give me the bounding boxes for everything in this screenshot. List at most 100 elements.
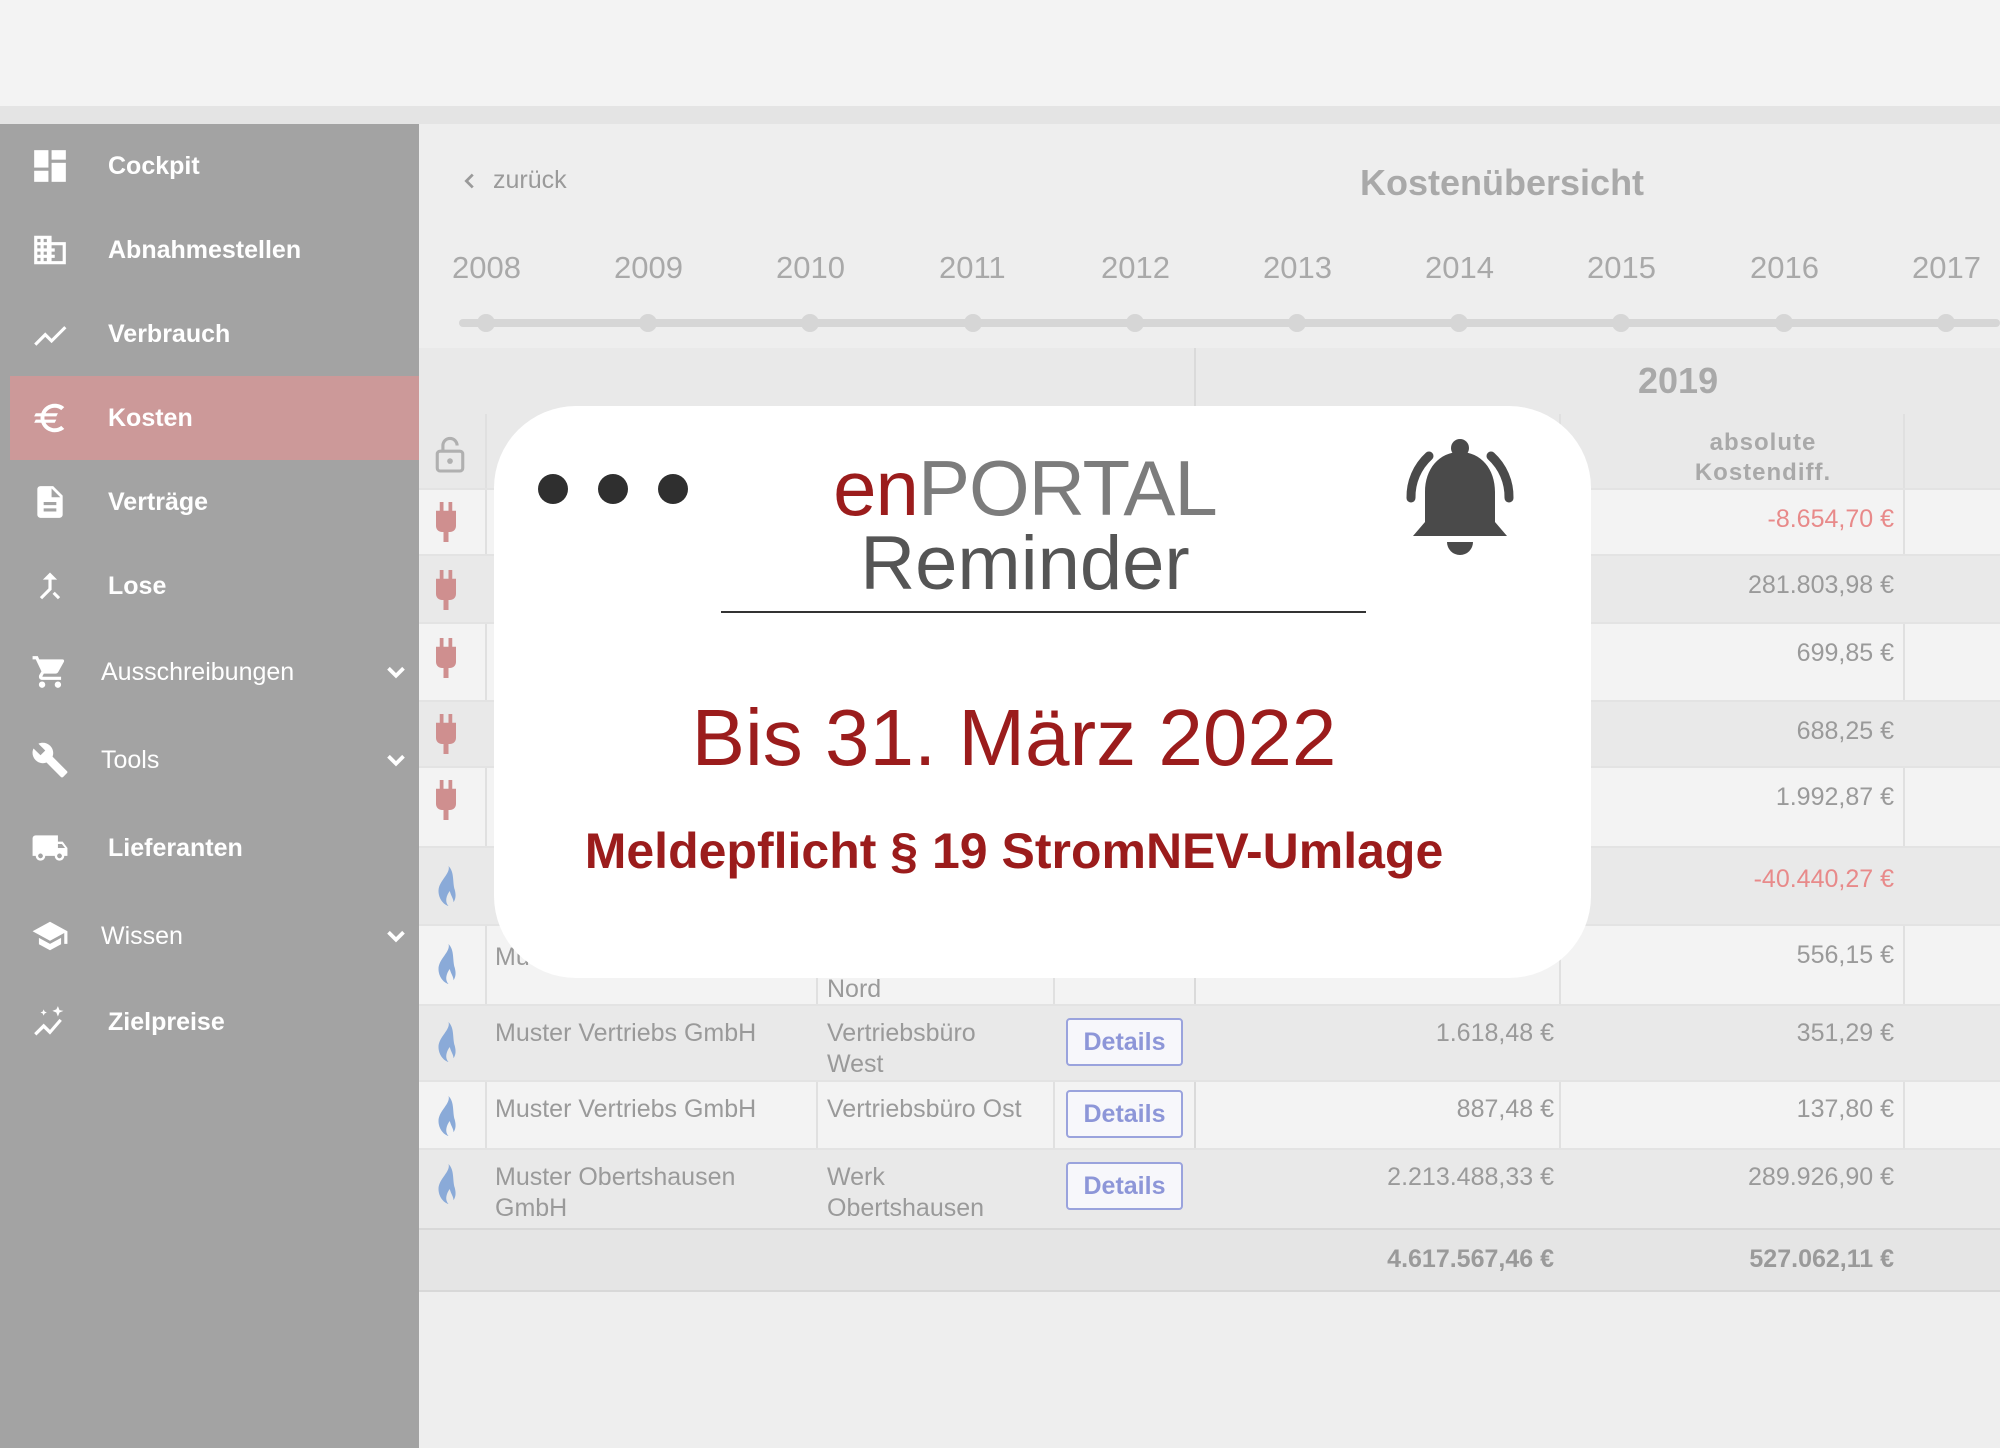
timeline-year[interactable]: 2008 xyxy=(452,250,521,286)
timeline-dot[interactable] xyxy=(1288,314,1306,332)
timeline-dot[interactable] xyxy=(1937,314,1955,332)
reminder-subtitle: Reminder xyxy=(860,521,1190,606)
dot xyxy=(538,474,568,504)
euro-icon xyxy=(30,398,70,438)
building-icon xyxy=(30,230,70,270)
sidebar-item-label: Verbrauch xyxy=(108,319,231,348)
back-link[interactable]: zurück xyxy=(459,166,567,195)
dot xyxy=(658,474,688,504)
sidebar-item-verbrauch[interactable]: Verbrauch xyxy=(10,292,419,376)
table-row: Muster Vertriebs GmbH Vertriebsbüro Ost … xyxy=(419,1080,2000,1148)
timeline-dot[interactable] xyxy=(1126,314,1144,332)
cost-diff-cell: 137,80 € xyxy=(1796,1095,1894,1123)
cost-diff-cell: 351,29 € xyxy=(1796,1019,1894,1047)
sidebar-item-vertraege[interactable]: Verträge xyxy=(10,460,419,544)
timeline-dot[interactable] xyxy=(639,314,657,332)
sidebar-item-label: Verträge xyxy=(108,487,209,516)
page-title: Kostenübersicht xyxy=(1360,162,1645,203)
chevron-down-icon[interactable] xyxy=(381,745,411,775)
timeline-year[interactable]: 2017 xyxy=(1912,250,1981,286)
table-row: Muster Obertshausen GmbH Werk Obertshaus… xyxy=(419,1148,2000,1228)
cost-cell: 2.213.488,33 € xyxy=(1387,1163,1554,1191)
flame-icon xyxy=(438,1096,456,1136)
bell-icon xyxy=(1406,439,1514,555)
company-cell: Muster Obertshausen GmbH xyxy=(495,1163,736,1222)
timeline-year[interactable]: 2010 xyxy=(776,250,845,286)
flame-icon xyxy=(438,866,456,906)
cost-diff-cell: 556,15 € xyxy=(1796,941,1894,969)
sidebar-item-cockpit[interactable]: Cockpit xyxy=(10,124,419,208)
location-cell: Nord xyxy=(827,975,882,1003)
top-bar-shadow xyxy=(0,106,2000,124)
chevron-left-icon xyxy=(464,173,474,188)
timeline-dot[interactable] xyxy=(964,314,982,332)
sidebar-item-label: Zielpreise xyxy=(108,1007,225,1036)
dot xyxy=(598,474,628,504)
location-cell: Werk Obertshausen xyxy=(827,1163,985,1222)
divider xyxy=(721,611,1366,613)
cost-cell: 1.618,48 € xyxy=(1435,1019,1554,1047)
timeline-dot[interactable] xyxy=(477,314,495,332)
timeline-dot[interactable] xyxy=(1450,314,1468,332)
details-button[interactable]: Details xyxy=(1066,1090,1183,1138)
table-total-row: 4.617.567,46 € 527.062,11 € xyxy=(419,1228,2000,1292)
trend-icon xyxy=(30,314,70,354)
cost-diff-cell: 688,25 € xyxy=(1796,717,1894,745)
timeline-dot[interactable] xyxy=(1612,314,1630,332)
sidebar-item-label: Lose xyxy=(108,571,167,600)
dashboard-icon xyxy=(30,146,70,186)
sidebar-item-label: Tools xyxy=(101,745,160,774)
merge-icon xyxy=(30,566,70,606)
column-header-kostendiff[interactable]: absolute Kostendiff. xyxy=(1651,428,1875,488)
company-cell: Muster Vertriebs GmbH xyxy=(495,1019,757,1047)
cost-diff-cell: -8.654,70 € xyxy=(1767,505,1895,533)
company-cell: Muster Vertriebs GmbH xyxy=(495,1095,757,1123)
location-cell: Vertriebsbüro West xyxy=(827,1019,976,1078)
timeline-year[interactable]: 2011 xyxy=(939,250,1006,286)
sidebar: Cockpit Abnahmestellen Verbrauch Kosten … xyxy=(0,124,419,1448)
cost-diff-cell: -40.440,27 € xyxy=(1753,865,1894,893)
timeline-year[interactable]: 2014 xyxy=(1425,250,1494,286)
details-button[interactable]: Details xyxy=(1066,1018,1183,1066)
sidebar-item-lieferanten[interactable]: Lieferanten xyxy=(10,806,419,890)
total-cost-cell: 4.617.567,46 € xyxy=(1387,1245,1554,1273)
truck-icon xyxy=(30,828,70,868)
timeline-track[interactable] xyxy=(459,319,2000,327)
brand-en: en xyxy=(833,444,919,532)
timeline-dot[interactable] xyxy=(801,314,819,332)
flame-icon xyxy=(438,1022,456,1062)
location-cell: Vertriebsbüro Ost xyxy=(827,1095,1022,1123)
timeline-year[interactable]: 2015 xyxy=(1587,250,1656,286)
document-icon xyxy=(30,482,70,522)
total-diff-cell: 527.062,11 € xyxy=(1749,1245,1894,1273)
sparkle-trend-icon xyxy=(30,1002,70,1042)
timeline-year[interactable]: 2013 xyxy=(1263,250,1332,286)
sidebar-item-lose[interactable]: Lose xyxy=(10,544,419,628)
sidebar-item-abnahmestellen[interactable]: Abnahmestellen xyxy=(10,208,419,292)
wrench-icon xyxy=(30,740,70,780)
cost-diff-cell: 699,85 € xyxy=(1796,639,1894,667)
timeline-dot[interactable] xyxy=(1775,314,1793,332)
selected-year-heading: 2019 xyxy=(1638,360,1719,401)
sidebar-item-kosten[interactable]: Kosten xyxy=(10,376,419,460)
sidebar-item-zielpreise[interactable]: Zielpreise xyxy=(10,980,419,1064)
chevron-down-icon[interactable] xyxy=(381,657,411,687)
sidebar-item-wissen[interactable]: Wissen xyxy=(10,894,419,978)
timeline-year[interactable]: 2016 xyxy=(1750,250,1819,286)
cost-diff-cell: 289.926,90 € xyxy=(1748,1163,1894,1191)
more-dots-icon xyxy=(538,474,688,504)
chevron-down-icon[interactable] xyxy=(381,921,411,951)
details-button[interactable]: Details xyxy=(1066,1162,1183,1210)
sidebar-item-label: Kosten xyxy=(108,403,193,432)
brand-logo: enPORTAL xyxy=(720,448,1330,528)
sidebar-item-label: Abnahmestellen xyxy=(108,235,302,264)
sidebar-item-tools[interactable]: Tools xyxy=(10,718,419,802)
plug-icon xyxy=(436,780,456,820)
plug-icon xyxy=(436,570,456,610)
timeline-year[interactable]: 2012 xyxy=(1101,250,1170,286)
lock-open-icon[interactable] xyxy=(433,434,467,474)
timeline-year[interactable]: 2009 xyxy=(614,250,683,286)
plug-icon xyxy=(436,714,456,754)
sidebar-item-ausschreibungen[interactable]: Ausschreibungen xyxy=(10,630,419,714)
cost-diff-cell: 281.803,98 € xyxy=(1748,571,1894,599)
